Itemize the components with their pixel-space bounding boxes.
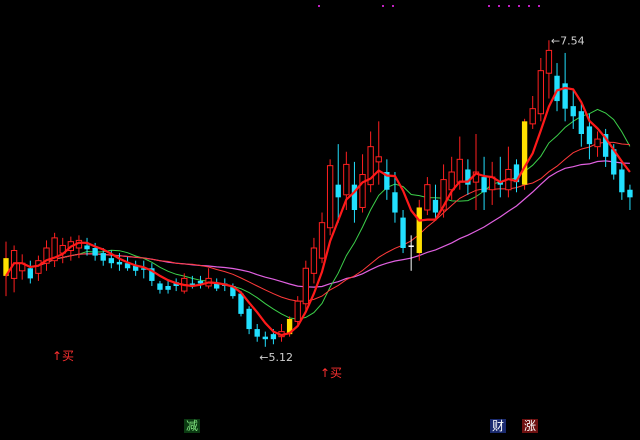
low-price-label: ←5.12 — [259, 351, 293, 364]
candle-body — [578, 111, 585, 134]
candle-body — [165, 286, 171, 290]
candle-body — [554, 75, 560, 102]
candle-body — [343, 163, 350, 196]
high-price-label: ←7.54 — [551, 34, 585, 47]
candle-body — [570, 106, 576, 117]
candle-body — [627, 189, 633, 198]
candle-body — [416, 207, 422, 254]
buy-signal-label: ↑买 — [320, 366, 342, 380]
candle-body — [108, 258, 115, 264]
candle-body — [157, 283, 163, 290]
bottom-tag-rise: 涨 — [522, 419, 539, 433]
candle-body — [424, 184, 431, 211]
candle-body — [392, 192, 398, 213]
candle-body — [270, 334, 277, 340]
candle-body — [537, 70, 544, 115]
candle-body — [529, 108, 536, 125]
candle-body — [432, 199, 439, 213]
candle-body — [302, 267, 309, 305]
candle-body — [318, 222, 326, 259]
candle-body — [400, 217, 406, 248]
buy-signal-label: ↑买 — [52, 349, 74, 363]
top-marker — [318, 5, 320, 7]
ma-mid-line — [5, 141, 630, 302]
top-marker — [392, 5, 394, 7]
candle-body — [456, 158, 463, 183]
candle-body — [448, 171, 455, 191]
candle-body — [84, 245, 90, 250]
candle-body — [116, 261, 123, 265]
candle-body — [246, 308, 252, 330]
top-marker — [508, 5, 510, 7]
candle-body — [408, 245, 414, 247]
candle-body — [375, 156, 382, 163]
candlestick-chart: ←7.54 ←5.12 ↑买 ↑买 — [3, 5, 633, 380]
candle-body — [481, 177, 487, 193]
candle-body — [545, 49, 553, 74]
top-marker — [528, 5, 530, 7]
top-marker — [382, 5, 384, 7]
candle-body — [294, 300, 301, 322]
top-marker — [498, 5, 500, 7]
candle-body — [254, 329, 260, 337]
candle-body — [359, 174, 366, 208]
candle-body — [594, 138, 601, 148]
candle-body — [92, 248, 98, 256]
candle-body — [27, 268, 33, 279]
top-marker — [538, 5, 540, 7]
candle-body — [326, 165, 334, 229]
candle-body — [521, 121, 528, 185]
candle-body — [335, 184, 341, 198]
ma-slow-line — [5, 160, 630, 288]
candle-body — [586, 126, 593, 145]
candle-body — [100, 253, 106, 261]
candle-body — [262, 336, 268, 340]
candle-body — [310, 247, 318, 274]
candle-body — [619, 169, 625, 193]
top-marker — [518, 5, 520, 7]
top-marker — [488, 5, 490, 7]
bottom-tag-finance: 财 — [490, 419, 507, 433]
bottom-tag-reduce: 减 — [184, 419, 201, 433]
